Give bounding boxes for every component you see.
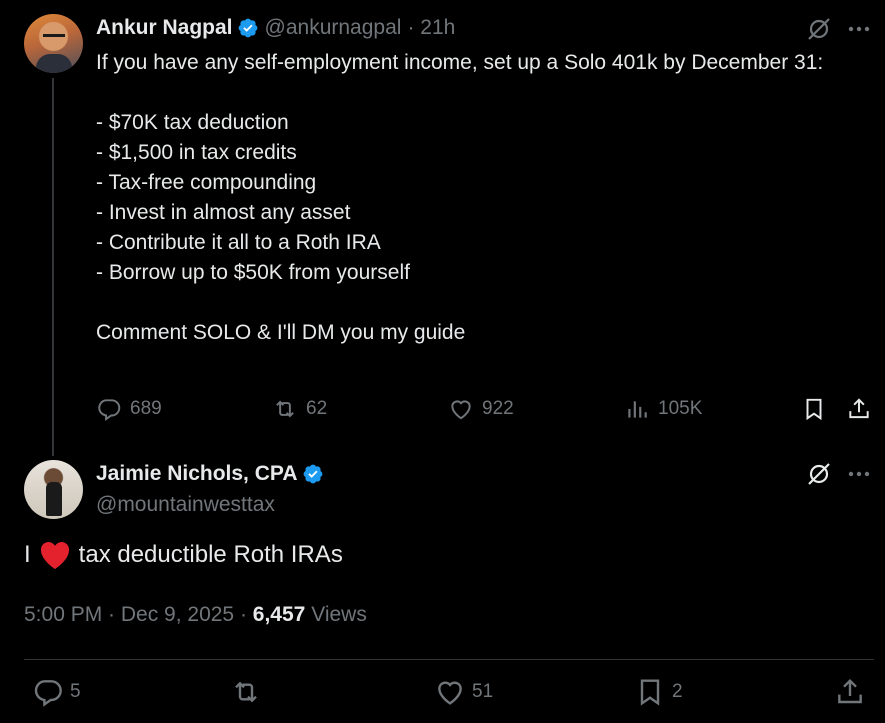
- red-heart-emoji-icon: [40, 542, 69, 569]
- repost-icon: [276, 400, 294, 418]
- post-top-actions: [806, 16, 870, 42]
- author-row: Ankur Nagpal @ankurnagpal · 21h: [96, 16, 455, 40]
- reply-top-actions: [806, 461, 870, 487]
- author-name[interactable]: Ankur Nagpal: [96, 16, 233, 40]
- bookmark-icon: [640, 679, 660, 706]
- more-options-icon[interactable]: [848, 470, 870, 478]
- divider: [24, 659, 874, 660]
- reply-action-bar: 5 51 2: [24, 676, 874, 712]
- reply-button[interactable]: 689: [96, 396, 162, 422]
- reply-author-handle[interactable]: @mountainwesttax: [96, 493, 275, 517]
- avatar-shirt: [36, 54, 72, 73]
- author-handle[interactable]: @ankurnagpal: [265, 16, 402, 40]
- reply-handle-row: @mountainwesttax: [96, 493, 275, 517]
- post-action-bar: 689 62 922 105K: [96, 396, 876, 426]
- heart-icon: [451, 400, 471, 420]
- reply-icon: [98, 399, 121, 421]
- verified-badge-icon[interactable]: [302, 463, 324, 485]
- avatar-glasses: [43, 34, 65, 39]
- bookmark-icon: [806, 398, 822, 421]
- repost-count: 62: [306, 398, 328, 419]
- post-time[interactable]: · 21h: [407, 16, 455, 40]
- views-chart-icon: [628, 401, 647, 418]
- view-count: 105K: [658, 398, 703, 419]
- like-button[interactable]: 922: [448, 396, 514, 422]
- verified-badge-icon[interactable]: [237, 17, 259, 39]
- grok-icon[interactable]: [806, 16, 832, 42]
- views-label: Views: [311, 603, 367, 626]
- like-button[interactable]: 51: [434, 676, 493, 708]
- share-button[interactable]: [834, 676, 866, 708]
- reply-author-name[interactable]: Jaimie Nichols, CPA: [96, 462, 298, 486]
- thread-connector-line: [52, 78, 54, 456]
- timestamp[interactable]: 5:00 PM · Dec 9, 2025 ·: [24, 603, 247, 626]
- reply-text-start: I: [24, 541, 31, 568]
- avatar-figure: [46, 482, 62, 516]
- bookmark-count: 2: [672, 681, 683, 702]
- reply-author-row: Jaimie Nichols, CPA: [96, 462, 324, 486]
- like-count: 51: [472, 681, 494, 702]
- reply-avatar[interactable]: [24, 460, 83, 519]
- views-count: 6,457: [252, 603, 306, 626]
- grok-icon[interactable]: [806, 461, 832, 487]
- share-icon: [849, 398, 869, 419]
- more-options-icon[interactable]: [848, 25, 870, 33]
- reply-icon: [34, 680, 62, 707]
- reply-text-end: tax deductible Roth IRAs: [78, 541, 343, 568]
- reply-text: I tax deductible Roth IRAs: [24, 540, 343, 570]
- reply-count: 689: [130, 398, 162, 419]
- share-icon: [838, 678, 862, 704]
- post-text: If you have any self-employment income, …: [96, 51, 824, 344]
- reply-count: 5: [70, 681, 81, 702]
- reply-button[interactable]: 5: [32, 676, 81, 708]
- views-button[interactable]: 105K: [624, 396, 702, 422]
- heart-icon: [438, 681, 462, 705]
- post-metadata: 5:00 PM · Dec 9, 2025 · 6,457 Views: [24, 603, 367, 627]
- like-count: 922: [482, 398, 514, 419]
- avatar[interactable]: [24, 14, 83, 73]
- share-button[interactable]: [846, 396, 872, 422]
- repost-button[interactable]: 62: [272, 396, 327, 422]
- repost-icon: [235, 681, 257, 703]
- repost-button[interactable]: [230, 676, 262, 708]
- bookmark-button[interactable]: [801, 396, 827, 422]
- bookmark-button[interactable]: 2: [634, 676, 683, 708]
